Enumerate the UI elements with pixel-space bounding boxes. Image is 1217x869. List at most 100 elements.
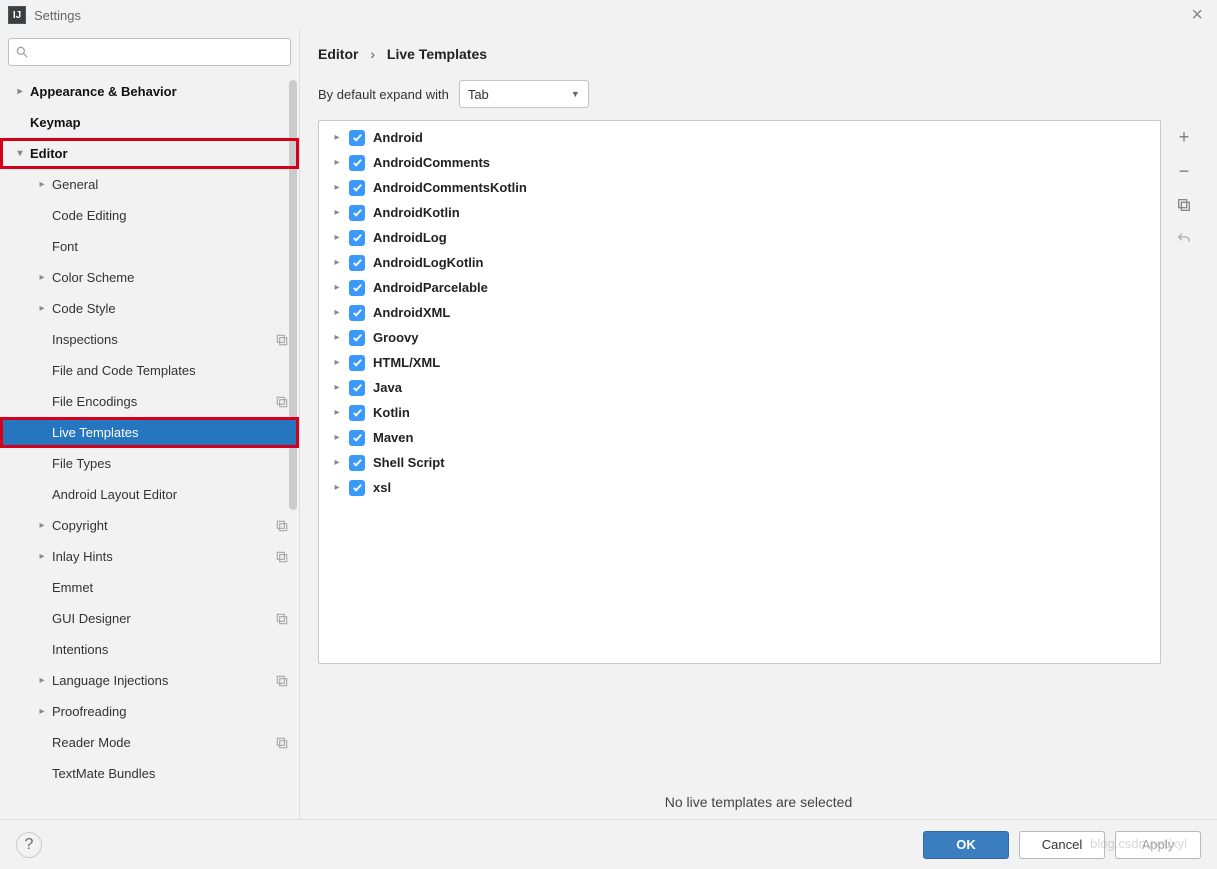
template-checkbox[interactable] [349, 355, 365, 371]
chevron-right-icon: › [370, 46, 375, 62]
sidebar-item-label: Appearance & Behavior [30, 84, 289, 99]
sidebar-item-code-editing[interactable]: Code Editing [0, 200, 299, 231]
expand-with-label: By default expand with [318, 87, 449, 102]
sidebar-item-inlay-hints[interactable]: ▸Inlay Hints [0, 541, 299, 572]
template-checkbox[interactable] [349, 380, 365, 396]
template-group-html-xml[interactable]: ▸ HTML/XML [319, 350, 1160, 375]
expand-with-select[interactable]: Tab ▼ [459, 80, 589, 108]
project-scope-icon [275, 333, 289, 347]
template-group-label: AndroidParcelable [373, 280, 488, 295]
sidebar-item-font[interactable]: Font [0, 231, 299, 262]
sidebar-item-file-types[interactable]: File Types [0, 448, 299, 479]
chevron-right-icon: ▸ [331, 307, 343, 318]
sidebar-item-gui-designer[interactable]: GUI Designer [0, 603, 299, 634]
sidebar-item-copyright[interactable]: ▸Copyright [0, 510, 299, 541]
template-group-kotlin[interactable]: ▸Kotlin [319, 400, 1160, 425]
sidebar-item-label: Intentions [52, 642, 289, 657]
chevron-right-icon: ▸ [331, 432, 343, 443]
sidebar-item-intentions[interactable]: Intentions [0, 634, 299, 665]
template-group-androidkotlin[interactable]: ▸AndroidKotlin [319, 200, 1160, 225]
template-checkbox[interactable] [349, 330, 365, 346]
sidebar-item-label: Inspections [52, 332, 275, 347]
sidebar-item-android-layout-editor[interactable]: Android Layout Editor [0, 479, 299, 510]
add-button[interactable]: + [1173, 126, 1195, 148]
project-scope-icon [275, 612, 289, 626]
sidebar-item-emmet[interactable]: Emmet [0, 572, 299, 603]
sidebar-item-textmate-bundles[interactable]: TextMate Bundles [0, 758, 299, 789]
template-group-groovy[interactable]: ▸Groovy [319, 325, 1160, 350]
template-checkbox[interactable] [349, 430, 365, 446]
sidebar-item-reader-mode[interactable]: Reader Mode [0, 727, 299, 758]
window-title: Settings [34, 8, 81, 23]
sidebar-item-label: Emmet [52, 580, 289, 595]
chevron-right-icon: ▸ [36, 706, 48, 717]
chevron-down-icon: ▾ [14, 148, 26, 159]
sidebar-item-code-style[interactable]: ▸Code Style [0, 293, 299, 324]
sidebar-item-label: GUI Designer [52, 611, 275, 626]
template-checkbox[interactable] [349, 405, 365, 421]
template-group-androidcomments[interactable]: ▸AndroidComments [319, 150, 1160, 175]
template-group-label: HTML/XML [373, 355, 440, 370]
template-group-java[interactable]: ▸Java [319, 375, 1160, 400]
sidebar-item-keymap[interactable]: Keymap [0, 107, 299, 138]
duplicate-button[interactable] [1173, 194, 1195, 216]
template-checkbox[interactable] [349, 180, 365, 196]
template-group-androidlog[interactable]: ▸AndroidLog [319, 225, 1160, 250]
template-group-maven[interactable]: ▸Maven [319, 425, 1160, 450]
sidebar-item-file-encodings[interactable]: File Encodings [0, 386, 299, 417]
sidebar-item-inspections[interactable]: Inspections [0, 324, 299, 355]
copy-icon [1176, 197, 1192, 213]
settings-tree[interactable]: ▸Appearance & BehaviorKeymap▾Editor▸Gene… [0, 76, 299, 820]
template-group-xsl[interactable]: ▸xsl [319, 475, 1160, 500]
cancel-button[interactable]: Cancel [1019, 831, 1105, 859]
remove-button[interactable]: − [1173, 160, 1195, 182]
template-group-label: Android [373, 130, 423, 145]
template-checkbox[interactable] [349, 155, 365, 171]
template-list[interactable]: ▸Android▸AndroidComments▸AndroidComments… [318, 120, 1161, 664]
chevron-right-icon: ▸ [331, 357, 343, 368]
sidebar-item-color-scheme[interactable]: ▸Color Scheme [0, 262, 299, 293]
title-bar: IJ Settings × [0, 0, 1217, 30]
sidebar-item-general[interactable]: ▸General [0, 169, 299, 200]
sidebar-item-file-and-code-templates[interactable]: File and Code Templates [0, 355, 299, 386]
template-group-android[interactable]: ▸Android [319, 125, 1160, 150]
template-group-androidparcelable[interactable]: ▸AndroidParcelable [319, 275, 1160, 300]
apply-button[interactable]: Apply [1115, 831, 1201, 859]
sidebar-item-label: Copyright [52, 518, 275, 533]
project-scope-icon [275, 674, 289, 688]
template-checkbox[interactable] [349, 230, 365, 246]
template-checkbox[interactable] [349, 280, 365, 296]
chevron-right-icon: ▸ [331, 407, 343, 418]
sidebar-item-label: Font [52, 239, 289, 254]
template-group-label: xsl [373, 480, 391, 495]
close-icon[interactable]: × [1185, 4, 1209, 27]
project-scope-icon [275, 519, 289, 533]
ok-button[interactable]: OK [923, 831, 1009, 859]
sidebar-item-proofreading[interactable]: ▸Proofreading [0, 696, 299, 727]
search-field[interactable] [33, 45, 284, 60]
help-button[interactable]: ? [16, 832, 42, 858]
template-group-label: Groovy [373, 330, 419, 345]
template-checkbox[interactable] [349, 205, 365, 221]
sidebar-item-label: Editor [30, 146, 289, 161]
sidebar-item-label: Code Style [52, 301, 289, 316]
template-group-androidlogkotlin[interactable]: ▸AndroidLogKotlin [319, 250, 1160, 275]
sidebar-item-appearance-behavior[interactable]: ▸Appearance & Behavior [0, 76, 299, 107]
revert-button[interactable] [1173, 228, 1195, 250]
sidebar-item-label: File Encodings [52, 394, 275, 409]
template-group-label: AndroidCommentsKotlin [373, 180, 527, 195]
sidebar-item-language-injections[interactable]: ▸Language Injections [0, 665, 299, 696]
search-input[interactable] [8, 38, 291, 66]
template-group-shell-script[interactable]: ▸Shell Script [319, 450, 1160, 475]
template-checkbox[interactable] [349, 130, 365, 146]
template-checkbox[interactable] [349, 305, 365, 321]
template-group-androidxml[interactable]: ▸AndroidXML [319, 300, 1160, 325]
sidebar-item-editor[interactable]: ▾ Editor [0, 138, 299, 169]
template-checkbox[interactable] [349, 480, 365, 496]
sidebar: ▸Appearance & BehaviorKeymap▾Editor▸Gene… [0, 30, 300, 820]
template-group-label: AndroidComments [373, 155, 490, 170]
template-checkbox[interactable] [349, 455, 365, 471]
sidebar-item-live-templates[interactable]: Live Templates [0, 417, 299, 448]
template-checkbox[interactable] [349, 255, 365, 271]
template-group-androidcommentskotlin[interactable]: ▸AndroidCommentsKotlin [319, 175, 1160, 200]
